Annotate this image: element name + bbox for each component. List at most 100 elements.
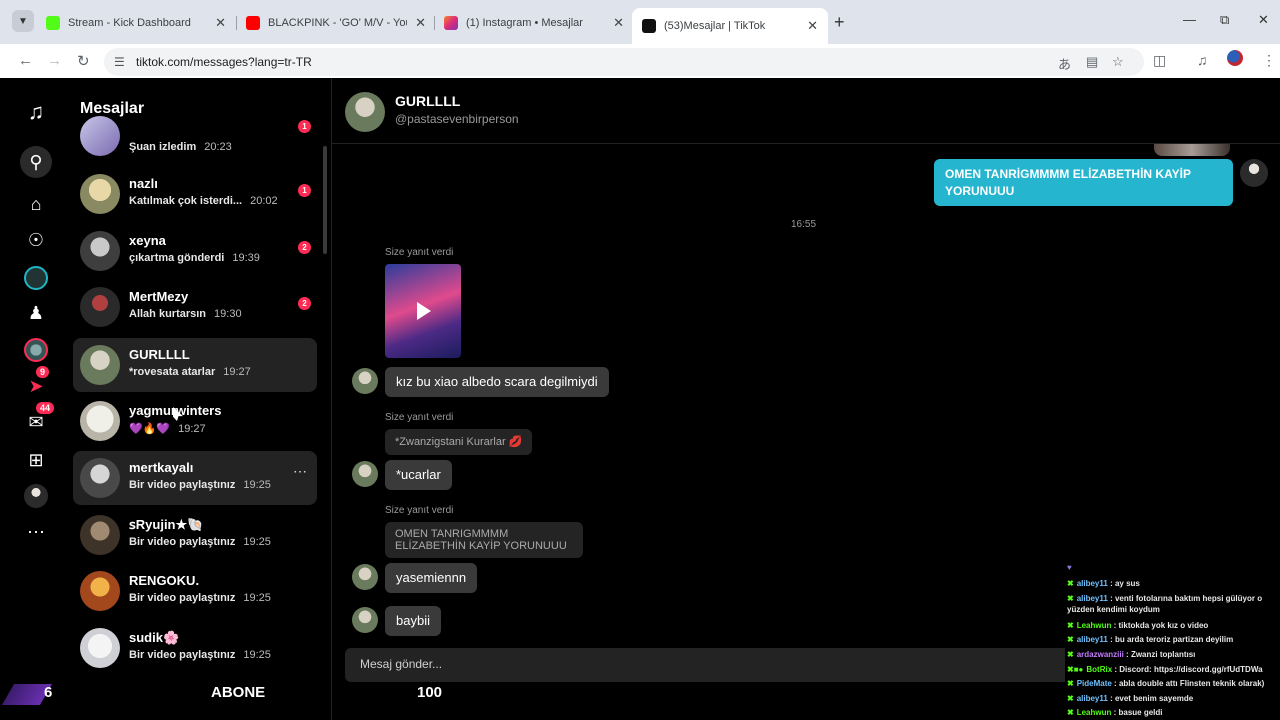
tab-kick[interactable]: Stream - Kick Dashboard ✕ bbox=[36, 10, 236, 36]
conversation-item-selected[interactable]: GURLLLL *rovesata atarlar 19:27 bbox=[73, 338, 317, 392]
reply-label: Size yanıt verdi bbox=[385, 247, 454, 258]
conversation-preview: 💜🔥💜 19:27 bbox=[129, 423, 206, 435]
home-icon[interactable]: ⌂ bbox=[22, 190, 50, 218]
close-tab-icon[interactable]: ✕ bbox=[415, 15, 426, 31]
avatar bbox=[80, 345, 120, 385]
chat-line: ✖■● BotRix : Discord: https://discord.gg/… bbox=[1067, 665, 1263, 674]
tiktok-logo-icon[interactable]: ♫ bbox=[22, 98, 50, 126]
close-tab-icon[interactable]: ✕ bbox=[613, 15, 624, 31]
conversation-preview: Bir video paylaştınız 19:25 bbox=[129, 479, 271, 491]
browser-toolbar: ← → ↻ ☰ tiktok.com/messages?lang=tr-TR あ… bbox=[0, 44, 1280, 78]
conversation-name: xeyna bbox=[129, 233, 166, 248]
conversation-item[interactable]: nazlı Katılmak çok isterdi... 20:02 1 bbox=[73, 167, 317, 221]
conversation-item[interactable]: Şuan izledim 20:23 1 bbox=[73, 116, 317, 166]
conversation-list: Mesajlar Şuan izledim 20:23 1 nazlı Katıl… bbox=[70, 78, 332, 720]
youtube-favicon-icon bbox=[246, 16, 260, 30]
shared-video-thumbnail[interactable] bbox=[385, 264, 461, 358]
quoted-message: *Zwanzigstani Kurarlar 💋 bbox=[385, 429, 533, 455]
avatar bbox=[80, 515, 120, 555]
conversation-item[interactable]: RENGOKU. Bir video paylaştınız 19:25 bbox=[73, 564, 317, 618]
following-avatar[interactable] bbox=[24, 266, 48, 290]
conversation-scrollbar[interactable] bbox=[323, 146, 327, 254]
message-bubble: baybii bbox=[385, 606, 441, 636]
tab-youtube[interactable]: BLACKPINK - 'GO' M/V - YouTube ✕ bbox=[236, 10, 436, 36]
profile-avatar[interactable] bbox=[1227, 50, 1243, 66]
conversation-item[interactable]: sudik🌸 Bir video paylaştınız 19:25 bbox=[73, 621, 317, 675]
avatar bbox=[80, 628, 120, 668]
address-bar[interactable]: ☰ tiktok.com/messages?lang=tr-TR あ ▤ ☆ bbox=[104, 48, 1144, 76]
more-icon[interactable]: ⋯ bbox=[22, 518, 50, 546]
browser-tab-bar: ▼ Stream - Kick Dashboard ✕ BLACKPINK - … bbox=[0, 0, 1280, 44]
sender-avatar bbox=[352, 368, 378, 394]
unread-badge: 1 bbox=[298, 184, 311, 197]
play-icon bbox=[417, 302, 431, 320]
message-bubble: yasemiennn bbox=[385, 563, 478, 593]
upload-icon[interactable]: ⊞ bbox=[22, 446, 50, 474]
chat-line: ✖ alibey11 : evet benim sayemde bbox=[1067, 694, 1194, 703]
translate-icon[interactable]: あ bbox=[1058, 54, 1071, 73]
conversation-name: mertkayalı bbox=[129, 460, 194, 475]
conversation-preview: Şuan izledim 20:23 bbox=[129, 141, 232, 153]
conversation-preview: çıkartma gönderdi 19:39 bbox=[129, 252, 260, 264]
explore-icon[interactable]: ☉ bbox=[22, 226, 50, 254]
chat-line: ✖ Leahwun : tiktokda yok kız o video bbox=[1067, 621, 1209, 630]
chat-line: ✖ ardazwanziii : Zwanzi toplantısı bbox=[1067, 650, 1196, 659]
avatar bbox=[80, 571, 120, 611]
back-icon[interactable]: ← bbox=[18, 52, 33, 69]
live-avatar[interactable] bbox=[24, 338, 48, 362]
overlay-count-left: 6 bbox=[44, 684, 53, 701]
chat-name[interactable]: GURLLLL bbox=[395, 93, 460, 109]
extensions-icon[interactable]: ◫ bbox=[1153, 52, 1166, 69]
message-bubble: *ucarlar bbox=[385, 460, 452, 490]
url-text[interactable]: tiktok.com/messages?lang=tr-TR bbox=[136, 55, 312, 69]
instagram-favicon-icon bbox=[444, 16, 458, 30]
close-tab-icon[interactable]: ✕ bbox=[807, 18, 818, 34]
reload-icon[interactable]: ↻ bbox=[77, 52, 90, 70]
kick-favicon-icon bbox=[46, 16, 60, 30]
conversation-name: nazlı bbox=[129, 176, 158, 191]
chat-line: ♥ bbox=[1067, 563, 1072, 572]
chat-header: GURLLLL @pastasevenbirperson bbox=[332, 78, 1280, 144]
bookmark-star-icon[interactable]: ☆ bbox=[1112, 54, 1124, 70]
conversation-item[interactable]: xeyna çıkartma gönderdi 19:39 2 bbox=[73, 224, 317, 278]
minimize-icon[interactable]: — bbox=[1183, 12, 1196, 27]
tab-instagram[interactable]: (1) Instagram • Mesajlar ✕ bbox=[434, 10, 634, 36]
conversation-name: sudik🌸 bbox=[129, 630, 180, 645]
chat-line: ✖ alibey11 : ay sus bbox=[1067, 579, 1140, 588]
avatar bbox=[80, 116, 120, 156]
restore-icon[interactable]: ⧉ bbox=[1220, 12, 1229, 28]
new-tab-button[interactable]: + bbox=[834, 12, 845, 33]
profile-avatar-nav[interactable] bbox=[24, 484, 48, 508]
tab-search-dropdown[interactable]: ▼ bbox=[12, 10, 34, 32]
messages-title: Mesajlar bbox=[80, 100, 145, 117]
browser-menu-icon[interactable]: ⋮ bbox=[1262, 52, 1276, 69]
forward-icon[interactable]: → bbox=[47, 52, 62, 69]
conversation-item[interactable]: ꜱRyujin★🐚 Bir video paylaştınız 19:25 bbox=[73, 508, 317, 562]
inbox-icon[interactable]: ➤ 9 bbox=[22, 366, 50, 400]
chat-line: ✖ PideMate : abla double attı Flinsten te… bbox=[1067, 679, 1265, 688]
friends-icon[interactable]: ♟ bbox=[22, 299, 50, 327]
more-options-icon[interactable]: ⋯ bbox=[293, 463, 307, 480]
conversation-item[interactable]: MertMezy Allah kurtarsın 19:30 2 bbox=[73, 280, 317, 334]
previous-image-message[interactable] bbox=[1154, 144, 1230, 156]
chat-avatar[interactable] bbox=[345, 92, 385, 132]
left-nav: ♫ ⚲ ⌂ ☉ ♟ ➤ 9 ✉ 44 ⊞ ⋯ bbox=[0, 78, 70, 720]
chat-line: ✖ alibey11 : venti fotolarına baktım heps… bbox=[1067, 594, 1263, 614]
conversation-preview: Allah kurtarsın 19:30 bbox=[129, 308, 242, 320]
install-app-icon[interactable]: ▤ bbox=[1086, 54, 1098, 70]
messages-icon[interactable]: ✉ 44 bbox=[22, 402, 55, 436]
tab-tiktok[interactable]: (53)Mesajlar | TikTok ✕ bbox=[632, 8, 828, 44]
conversation-name: ꜱRyujin★🐚 bbox=[129, 517, 204, 532]
avatar bbox=[80, 231, 120, 271]
conversation-item[interactable]: yagmurwinters 💜🔥💜19:27 bbox=[73, 394, 317, 448]
conversation-preview: Bir video paylaştınız 19:25 bbox=[129, 592, 271, 604]
close-window-icon[interactable]: ✕ bbox=[1258, 12, 1269, 28]
media-control-icon[interactable]: ♫ bbox=[1197, 52, 1208, 68]
site-info-icon[interactable]: ☰ bbox=[114, 55, 125, 69]
conversation-item[interactable]: mertkayalı Bir video paylaştınız 19:25 ⋯ bbox=[73, 451, 317, 505]
chat-line: ✖ alibey11 : bu arda teroriz partizan dey… bbox=[1067, 635, 1234, 644]
chat-handle: @pastasevenbirperson bbox=[395, 112, 519, 126]
sender-avatar bbox=[352, 461, 378, 487]
close-tab-icon[interactable]: ✕ bbox=[215, 15, 226, 31]
search-icon[interactable]: ⚲ bbox=[20, 146, 52, 178]
